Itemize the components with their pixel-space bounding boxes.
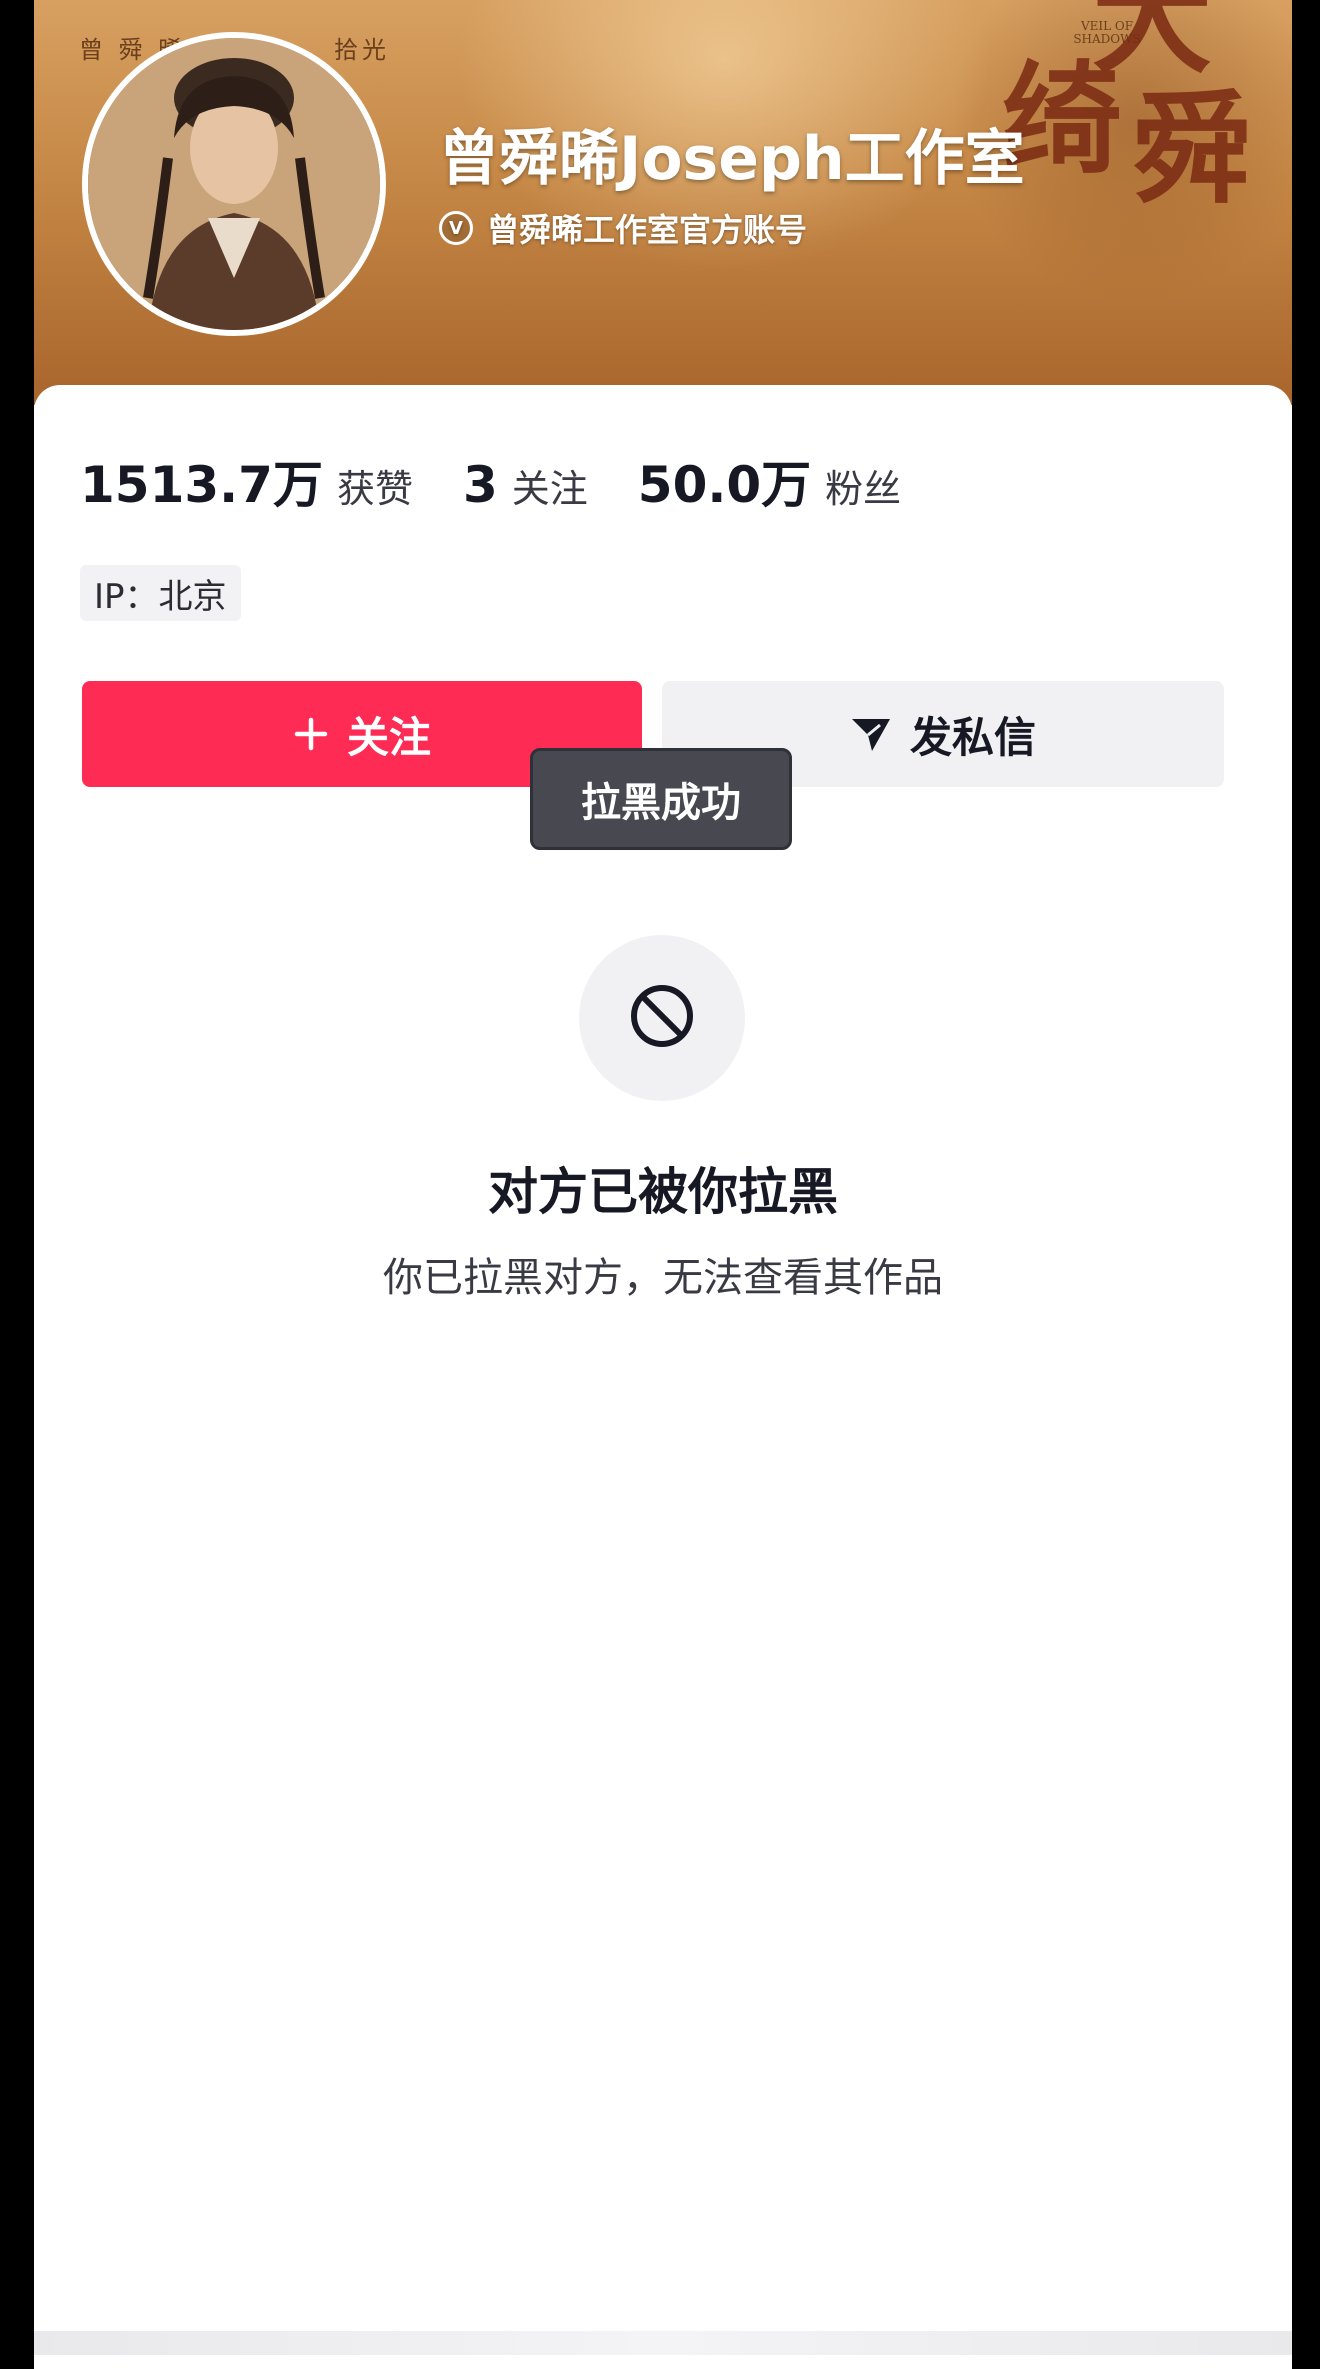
blocked-subtitle: 你已拉黑对方，无法查看其作品 [383, 1255, 943, 1301]
phone-screen: 曾 舜 晞 拾光 VEIL OF SHADOWS 大 舜 绮 曾舜晞Joseph… [34, 0, 1292, 2369]
stat-likes[interactable]: 1513.7万 获赞 [80, 445, 413, 517]
stat-followers[interactable]: 50.0万 粉丝 [638, 445, 901, 517]
verified-v-icon: V [439, 211, 473, 245]
stat-followers-label: 粉丝 [825, 467, 902, 511]
verified-badge: V 曾舜晞工作室官方账号 [439, 206, 807, 250]
stat-following[interactable]: 3 关注 [463, 456, 588, 514]
verified-label: 曾舜晞工作室官方账号 [487, 211, 808, 249]
send-icon [850, 715, 892, 753]
send-message-label: 发私信 [909, 712, 1036, 762]
follow-label: 关注 [346, 712, 431, 762]
profile-name: 曾舜晞Joseph工作室 [439, 124, 1025, 194]
stat-followers-value: 50.0万 [637, 456, 812, 514]
avatar-portrait [88, 38, 380, 330]
profile-card: 1513.7万 获赞 3 关注 50.0万 粉丝 IP：北京 关注 发私信 [34, 385, 1292, 2369]
profile-cover: 曾 舜 晞 拾光 VEIL OF SHADOWS 大 舜 绮 曾舜晞Joseph… [34, 0, 1292, 405]
block-icon [627, 981, 697, 1055]
ip-location-tag: IP：北京 [80, 565, 241, 621]
cover-calligraphy: 大 舜 绮 [1002, 0, 1252, 250]
plus-icon [293, 716, 329, 752]
blocked-icon-container [579, 935, 745, 1101]
blocked-title: 对方已被你拉黑 [488, 1163, 838, 1221]
stat-following-label: 关注 [511, 467, 588, 511]
avatar[interactable] [82, 32, 386, 336]
home-indicator[interactable] [34, 2331, 1292, 2355]
calligraphy-char-2: 舜 [1132, 79, 1252, 220]
stat-likes-label: 获赞 [336, 467, 413, 511]
toast-message: 拉黑成功 [530, 748, 792, 850]
stat-following-value: 3 [462, 456, 498, 514]
profile-stats: 1513.7万 获赞 3 关注 50.0万 粉丝 [80, 445, 951, 517]
stat-likes-value: 1513.7万 [80, 456, 323, 514]
